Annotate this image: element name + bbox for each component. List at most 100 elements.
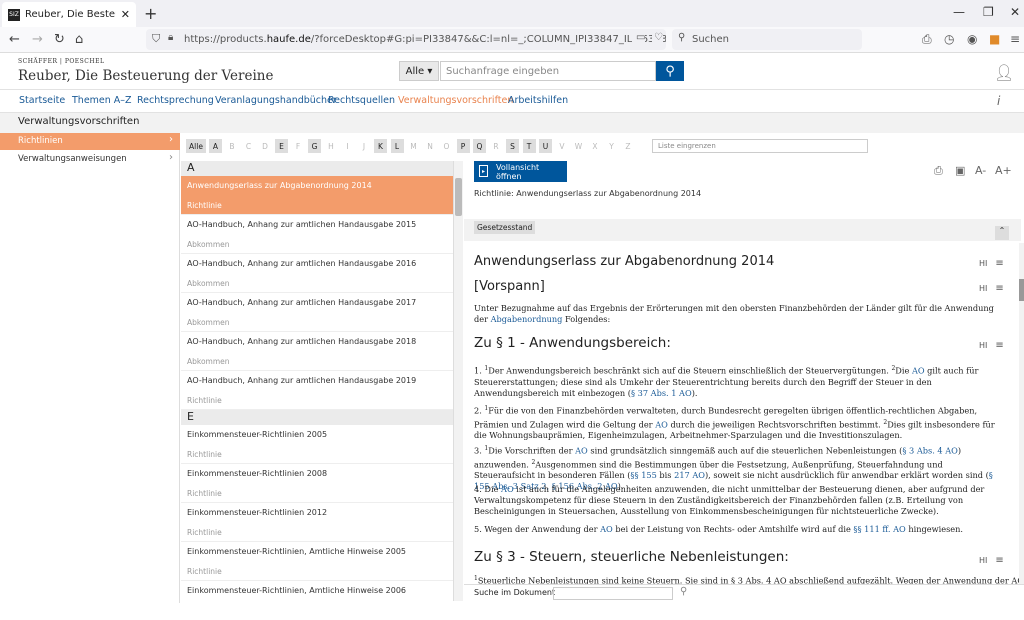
home-icon[interactable]: ⌂ [75, 32, 83, 47]
print-icon[interactable]: ⎙ [934, 164, 943, 178]
document-body: Anwendungserlass zur Abgabenordnung 2014… [464, 244, 1021, 584]
list-filter-input[interactable]: Liste eingrenzen [652, 139, 868, 153]
menu-rechtsprechung[interactable]: Rechtsprechung [137, 95, 214, 106]
font-decrease-button[interactable]: A- [975, 164, 986, 177]
list-group-header: A [181, 161, 453, 176]
account-icon[interactable]: ◉ [967, 32, 977, 46]
close-tab-icon[interactable]: ✕ [121, 8, 130, 21]
forward-icon[interactable]: → [32, 32, 43, 47]
list-item[interactable]: AO-Handbuch, Anhang zur amtlichen Handau… [181, 293, 453, 332]
toc-icon[interactable]: ≡ [995, 555, 1003, 566]
menu-veranlagungshandbuecher[interactable]: Veranlagungshandbücher [215, 95, 337, 106]
letter-l[interactable]: L [390, 139, 404, 153]
browser-tab[interactable]: SIZ Reuber, Die Besteuerung der Ve ✕ [2, 2, 136, 27]
para-1: 1. 1Der Anwendungsbereich beschränkt sic… [474, 365, 979, 398]
menu-icon[interactable]: ≡ [1010, 32, 1020, 46]
minimize-icon[interactable]: — [953, 5, 965, 19]
menu-verwaltungsvorschriften[interactable]: Verwaltungsvorschriften [398, 95, 513, 106]
search-button[interactable]: ⚲ [656, 61, 684, 81]
font-increase-button[interactable]: A+ [995, 164, 1012, 177]
heading-tools[interactable]: HI ≡ [979, 283, 1004, 294]
menu-arbeitshilfen[interactable]: Arbeitshilfen [508, 95, 568, 106]
list-item[interactable]: Einkommensteuer-Richtlinien, Amtliche Hi… [181, 581, 453, 601]
collapse-icon[interactable]: ⌃ [995, 226, 1009, 240]
toc-icon[interactable]: ≡ [995, 258, 1003, 269]
user-icon[interactable]: 👤︎ [994, 63, 1014, 82]
letter-y: Y [609, 141, 614, 151]
close-window-icon[interactable]: ✕ [1010, 5, 1020, 19]
url-bar[interactable]: ⛉ 🔒︎ https://products. haufe.de/?forceDes… [146, 29, 666, 50]
list-item-title: AO-Handbuch, Anhang zur amtlichen Handau… [187, 337, 417, 346]
save-icon[interactable]: ▣ [955, 164, 965, 177]
letter-v: V [559, 141, 565, 151]
list-item[interactable]: Einkommensteuer-Richtlinien, Amtliche Hi… [181, 542, 453, 581]
hi-icon: HI [979, 341, 988, 350]
hi-icon: HI [979, 284, 988, 293]
full-view-button[interactable]: ▸ Vollansicht öffnen [474, 161, 567, 182]
document-scrollbar-thumb[interactable] [1019, 279, 1024, 301]
ao-link[interactable]: Abgabenordnung [491, 314, 563, 324]
list-item[interactable]: Einkommensteuer-Richtlinien 2008 Richtlin… [181, 464, 453, 503]
hi-icon: HI [979, 556, 988, 565]
s3-text: Steuerliche Nebenleistungen sind keine S… [477, 575, 1021, 584]
search-scope-select[interactable]: Alle ▾ [399, 61, 439, 81]
letter-t[interactable]: T [522, 139, 536, 153]
search-icon[interactable]: ⚲ [680, 586, 687, 597]
reload-icon[interactable]: ↻ [54, 32, 65, 47]
letter-s[interactable]: S [506, 139, 519, 153]
letter-h: H [328, 141, 334, 151]
letter-u[interactable]: U [539, 139, 552, 153]
extension-icon[interactable]: ■ [989, 32, 1000, 46]
letter-e[interactable]: E [275, 139, 288, 153]
browser-tabbar: SIZ Reuber, Die Besteuerung der Ve ✕ + —… [0, 0, 1024, 27]
menu-startseite[interactable]: Startseite [19, 95, 65, 106]
list-scrollbar-thumb[interactable] [455, 178, 462, 216]
letter-all[interactable]: Alle [186, 139, 206, 153]
sidebar-item-richtlinien[interactable]: Richtlinien › [0, 133, 180, 150]
main-menu: Startseite Themen A–Z Rechtsprechung Ver… [0, 89, 1024, 113]
letter-n: N [427, 141, 433, 151]
sidebar-item-verwaltungsanweisungen[interactable]: Verwaltungsanweisungen › [0, 151, 180, 168]
gesetzesstand-bar: Gesetzesstand ⌃ [464, 219, 1021, 241]
info-icon[interactable]: i [997, 94, 1000, 108]
heading-tools[interactable]: HI ≡ [979, 555, 1004, 566]
gesetzesstand-badge[interactable]: Gesetzesstand [474, 221, 536, 234]
product-title[interactable]: Reuber, Die Besteuerung der Vereine [18, 68, 274, 84]
document-search-bar: Suche im Dokument ⚲ [464, 584, 1024, 602]
history-icon[interactable]: ◷ [944, 32, 954, 46]
letter-k[interactable]: K [374, 139, 387, 153]
letter-o: O [443, 141, 450, 151]
letter-g[interactable]: G [308, 139, 321, 153]
reader-icon[interactable]: ▭ [632, 32, 646, 43]
back-icon[interactable]: ← [9, 32, 20, 47]
pocket-icon[interactable]: ♡ [652, 32, 663, 43]
heading-tools[interactable]: HI ≡ [979, 340, 1004, 351]
list-scrollbar[interactable] [454, 161, 463, 601]
letter-a[interactable]: A [209, 139, 222, 153]
list-item-title: Einkommensteuer-Richtlinien 2012 [187, 508, 328, 517]
shield-icon[interactable]: ⛉ [152, 32, 160, 46]
list-item-title: AO-Handbuch, Anhang zur amtlichen Handau… [187, 259, 417, 268]
list-item[interactable]: Einkommensteuer-Richtlinien 2012 Richtlin… [181, 503, 453, 542]
search-input[interactable]: Suchanfrage eingeben [440, 61, 656, 81]
list-item[interactable]: AO-Handbuch, Anhang zur amtlichen Handau… [181, 215, 453, 254]
print-icon[interactable]: ⎙ [922, 32, 932, 47]
list-item[interactable]: AO-Handbuch, Anhang zur amtlichen Handau… [181, 254, 453, 293]
list-item[interactable]: Anwendungserlass zur Abgabenordnung 2014… [181, 176, 453, 215]
menu-themen[interactable]: Themen A–Z [72, 95, 132, 106]
search-icon: ⚲ [665, 63, 675, 79]
toc-icon[interactable]: ≡ [995, 283, 1003, 294]
restore-icon[interactable]: ❐ [983, 5, 994, 19]
letter-p[interactable]: P [456, 139, 470, 153]
browser-search[interactable]: ⚲ Suchen [672, 29, 862, 50]
menu-rechtsquellen[interactable]: Rechtsquellen [328, 95, 395, 106]
new-tab-icon[interactable]: + [144, 4, 157, 23]
letter-q[interactable]: Q [473, 139, 486, 153]
list-item[interactable]: AO-Handbuch, Anhang zur amtlichen Handau… [181, 332, 453, 371]
document-search-input[interactable] [553, 587, 673, 600]
list-item[interactable]: Einkommensteuer-Richtlinien 2005 Richtlin… [181, 425, 453, 464]
heading-tools[interactable]: HI ≡ [979, 258, 1004, 269]
list-item[interactable]: AO-Handbuch, Anhang zur amtlichen Handau… [181, 371, 453, 410]
document-toolbar: ▸ Vollansicht öffnen ⎙ ▣ A- A+ [464, 161, 1024, 183]
toc-icon[interactable]: ≡ [995, 340, 1003, 351]
